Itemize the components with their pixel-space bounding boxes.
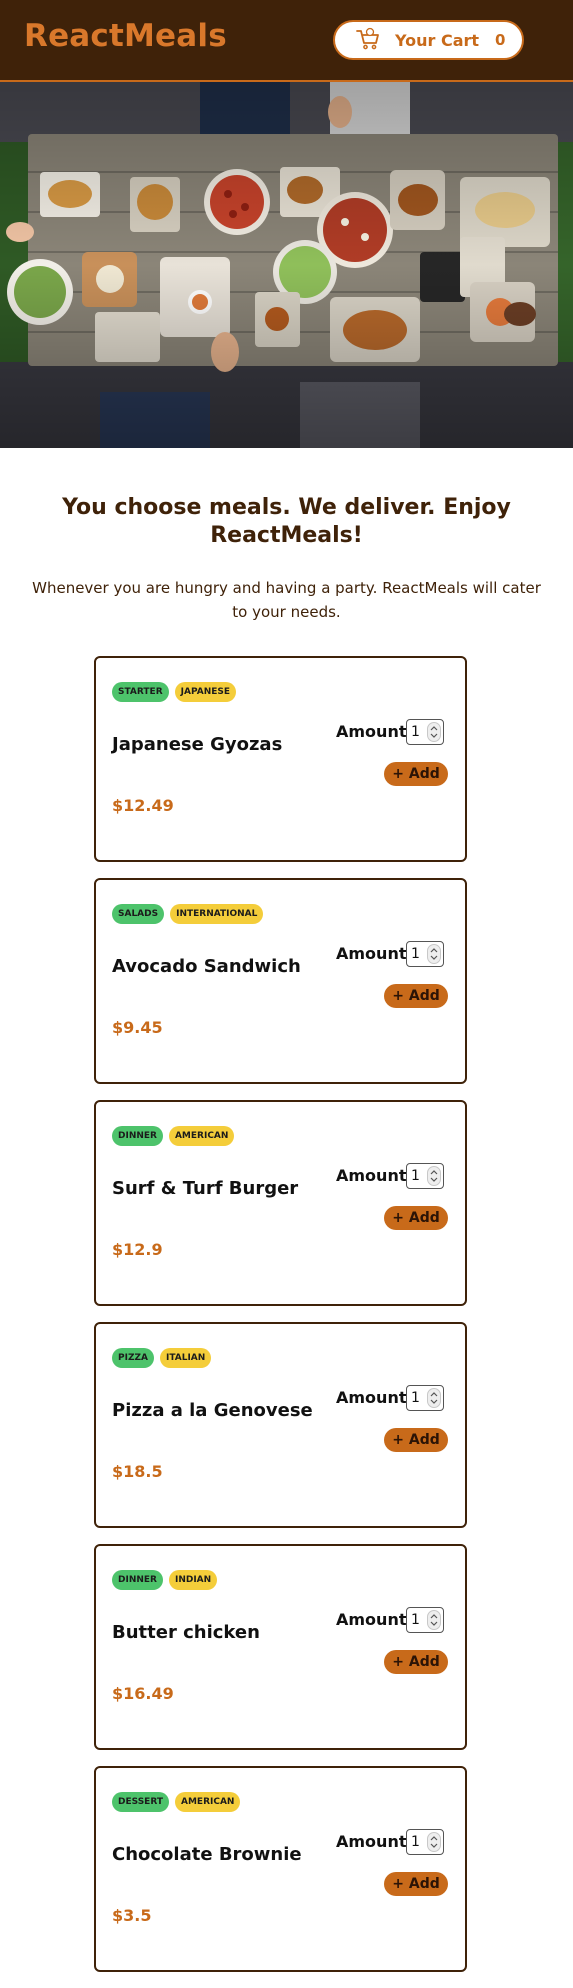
cart-button[interactable]: Your Cart 0 (333, 20, 524, 60)
shopping-cart-icon (356, 27, 379, 50)
food-table-hero-image (0, 82, 573, 448)
category-tag: STARTER (112, 682, 169, 702)
cuisine-tag: ITALIAN (159, 1348, 212, 1368)
meal-name: Chocolate Brownie (112, 1844, 302, 1865)
add-button[interactable]: + Add (384, 1206, 448, 1230)
meal-price: $9.45 (112, 1018, 163, 1037)
meal-card: DINNER AMERICAN Surf & Turf Burger $12.9… (94, 1100, 467, 1306)
meal-tags: STARTER JAPANESE (112, 682, 236, 702)
meal-price: $16.49 (112, 1684, 174, 1703)
amount-input[interactable]: 1 (406, 1829, 444, 1855)
meal-tags: DESSERT AMERICAN (112, 1792, 241, 1812)
intro-heading: You choose meals. We deliver. Enjoy Reac… (62, 495, 511, 548)
meal-price: $12.49 (112, 796, 174, 815)
amount-value: 1 (411, 724, 420, 740)
meal-card: STARTER JAPANESE Japanese Gyozas $12.49 … (94, 656, 467, 862)
add-button[interactable]: + Add (384, 762, 448, 786)
meal-tags: SALADS INTERNATIONAL (112, 904, 264, 924)
amount-label: Amount (336, 1388, 407, 1407)
meal-tags: PIZZA ITALIAN (112, 1348, 212, 1368)
amount-label: Amount (336, 1166, 407, 1185)
cuisine-tag: INTERNATIONAL (170, 904, 264, 924)
app-header: ReactMeals Your Cart 0 (0, 0, 573, 82)
meal-list: STARTER JAPANESE Japanese Gyozas $12.49 … (94, 656, 467, 1988)
cart-label: Your Cart (395, 31, 480, 50)
meal-card: DINNER INDIAN Butter chicken $16.49 Amou… (94, 1544, 467, 1750)
meal-name: Surf & Turf Burger (112, 1178, 299, 1199)
meal-name: Pizza a la Genovese (112, 1400, 313, 1421)
intro-description: Whenever you are hungry and having a par… (32, 579, 541, 621)
amount-value: 1 (411, 1390, 420, 1406)
meal-name: Japanese Gyozas (112, 734, 283, 755)
amount-input[interactable]: 1 (406, 1385, 444, 1411)
meal-tags: DINNER AMERICAN (112, 1126, 235, 1146)
cuisine-tag: AMERICAN (175, 1792, 241, 1812)
cuisine-tag: INDIAN (168, 1570, 218, 1590)
amount-input[interactable]: 1 (406, 1607, 444, 1633)
brand-logo[interactable]: ReactMeals (24, 18, 227, 54)
cuisine-tag: JAPANESE (174, 682, 236, 702)
cart-count-badge: 0 (495, 31, 506, 49)
amount-input[interactable]: 1 (406, 1163, 444, 1189)
meal-card: SALADS INTERNATIONAL Avocado Sandwich $9… (94, 878, 467, 1084)
amount-value: 1 (411, 1834, 420, 1850)
spinner-icon[interactable] (427, 1832, 441, 1852)
meal-price: $18.5 (112, 1462, 163, 1481)
category-tag: PIZZA (112, 1348, 154, 1368)
category-tag: DINNER (112, 1570, 163, 1590)
meal-card: PIZZA ITALIAN Pizza a la Genovese $18.5 … (94, 1322, 467, 1528)
cuisine-tag: AMERICAN (168, 1126, 235, 1146)
spinner-icon[interactable] (427, 1610, 441, 1630)
amount-value: 1 (411, 1168, 420, 1184)
add-button[interactable]: + Add (384, 1872, 448, 1896)
amount-input[interactable]: 1 (406, 941, 444, 967)
meal-price: $12.9 (112, 1240, 163, 1259)
amount-label: Amount (336, 722, 407, 741)
add-button[interactable]: + Add (384, 1428, 448, 1452)
category-tag: DINNER (112, 1126, 163, 1146)
category-tag: SALADS (112, 904, 165, 924)
amount-value: 1 (411, 1612, 420, 1628)
amount-label: Amount (336, 1832, 407, 1851)
add-button[interactable]: + Add (384, 1650, 448, 1674)
meal-name: Butter chicken (112, 1622, 260, 1643)
meal-tags: DINNER INDIAN (112, 1570, 218, 1590)
amount-label: Amount (336, 944, 407, 963)
meal-card: DESSERT AMERICAN Chocolate Brownie $3.5 … (94, 1766, 467, 1972)
spinner-icon[interactable] (427, 722, 441, 742)
spinner-icon[interactable] (427, 944, 441, 964)
spinner-icon[interactable] (427, 1388, 441, 1408)
amount-value: 1 (411, 946, 420, 962)
add-button[interactable]: + Add (384, 984, 448, 1008)
meal-price: $3.5 (112, 1906, 152, 1925)
meal-name: Avocado Sandwich (112, 956, 301, 977)
spinner-icon[interactable] (427, 1166, 441, 1186)
amount-label: Amount (336, 1610, 407, 1629)
category-tag: DESSERT (112, 1792, 169, 1812)
amount-input[interactable]: 1 (406, 719, 444, 745)
